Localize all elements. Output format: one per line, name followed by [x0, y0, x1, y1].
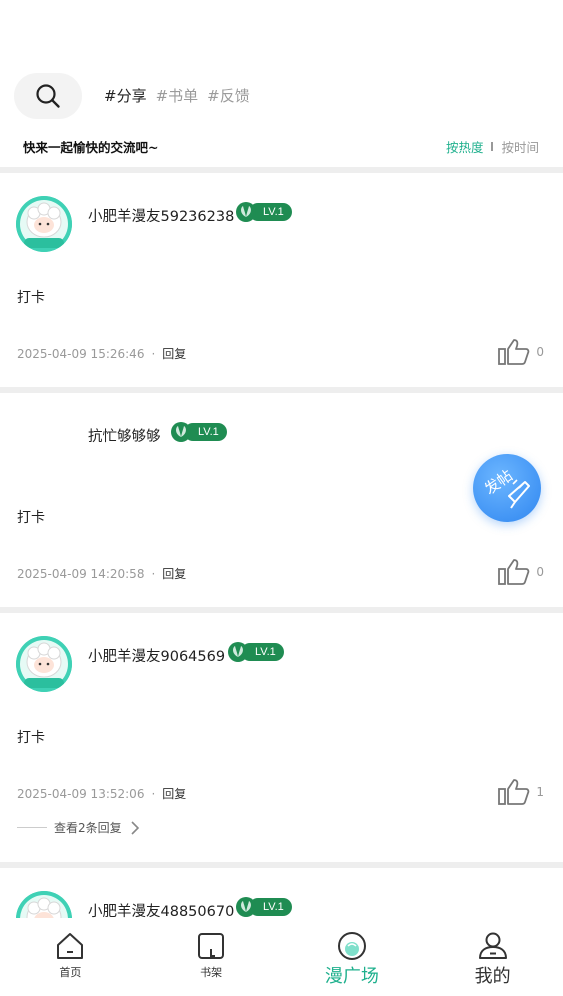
level-badge: LV.1: [235, 897, 292, 917]
quill-icon: 发帖: [481, 466, 530, 509]
post-card[interactable]: 小肥羊漫友59236238 LV.1 打卡 2025-04-09 15:26:4…: [0, 173, 563, 387]
meta-separator: ·: [151, 566, 156, 581]
topic-tags: #分享 #书单 #反馈: [104, 85, 250, 106]
reply-line: [17, 827, 47, 828]
sort-switch: 按热度 按时间: [446, 137, 539, 156]
username[interactable]: 抗忙够够够: [88, 425, 161, 446]
tag-booklist[interactable]: #书单: [156, 85, 199, 106]
profile-icon: [478, 932, 507, 959]
thumbs-up-icon: [498, 559, 530, 585]
post-card[interactable]: 小肥羊漫友9064569 LV.1 打卡 2025-04-09 13:52:06…: [0, 613, 563, 862]
bottom-nav: 首页 书架 漫广场 我的: [0, 918, 563, 996]
level-badge: LV.1: [170, 422, 227, 442]
leaf-icon: [236, 202, 256, 222]
bookshelf-icon: [198, 933, 225, 959]
tag-feedback[interactable]: #反馈: [207, 85, 250, 106]
like-count: 0: [536, 565, 544, 579]
search-icon: [36, 84, 60, 108]
nav-home[interactable]: 首页: [0, 918, 141, 996]
thumbs-up-icon: [498, 339, 530, 365]
username[interactable]: 小肥羊漫友9064569: [88, 645, 225, 666]
search-button[interactable]: [14, 73, 82, 119]
post-meta: 2025-04-09 15:26:46 · 回复: [17, 345, 186, 362]
post-content: 打卡: [17, 510, 45, 526]
sort-by-time[interactable]: 按时间: [501, 137, 539, 156]
nav-profile[interactable]: 我的: [422, 918, 563, 996]
meta-separator: ·: [151, 786, 156, 801]
sort-by-hot[interactable]: 按热度: [446, 137, 484, 156]
tag-share[interactable]: #分享: [104, 85, 147, 106]
post-datetime: 2025-04-09 15:26:46: [17, 346, 145, 361]
post-datetime: 2025-04-09 13:52:06: [17, 786, 145, 801]
slogan-text: 快来一起愉快的交流吧~: [23, 140, 159, 155]
post-meta: 2025-04-09 13:52:06 · 回复: [17, 785, 186, 802]
reply-button[interactable]: 回复: [162, 345, 186, 362]
nav-bookshelf-label: 书架: [200, 966, 223, 979]
leaf-icon: [236, 897, 256, 917]
nav-home-label: 首页: [59, 966, 82, 979]
post-content: 打卡: [17, 290, 45, 306]
post-card[interactable]: 小肥羊漫友48850670 LV.1: [0, 868, 563, 918]
like-button[interactable]: 0: [498, 338, 544, 366]
like-button[interactable]: 1: [498, 778, 544, 806]
nav-bookshelf[interactable]: 书架: [141, 918, 282, 996]
username[interactable]: 小肥羊漫友48850670: [88, 900, 234, 918]
leaf-icon: [171, 422, 191, 442]
new-post-button[interactable]: 发帖: [473, 454, 541, 522]
reply-button[interactable]: 回复: [162, 565, 186, 582]
leaf-icon: [228, 642, 248, 662]
level-badge: LV.1: [235, 202, 292, 222]
post-datetime: 2025-04-09 14:20:58: [17, 566, 145, 581]
view-replies-text: 查看2条回复: [54, 821, 122, 835]
post-content: 打卡: [17, 730, 45, 746]
like-count: 0: [536, 345, 544, 359]
like-button[interactable]: 0: [498, 558, 544, 586]
post-meta: 2025-04-09 14:20:58 · 回复: [17, 565, 186, 582]
sort-divider: [491, 142, 494, 151]
like-count: 1: [536, 785, 544, 799]
meta-separator: ·: [151, 346, 156, 361]
chevron-right-icon: [131, 820, 139, 835]
avatar[interactable]: [16, 636, 72, 692]
nav-plaza[interactable]: 漫广场: [282, 918, 423, 996]
thumbs-up-icon: [498, 779, 530, 805]
avatar[interactable]: [16, 196, 72, 252]
subheader: 快来一起愉快的交流吧~ 按热度 按时间: [0, 136, 563, 156]
search-row: #分享 #书单 #反馈: [0, 73, 563, 119]
view-replies-link[interactable]: 查看2条回复: [17, 819, 142, 836]
home-icon: [57, 933, 84, 959]
plaza-icon: [337, 932, 366, 960]
nav-profile-label: 我的: [474, 966, 511, 987]
nav-plaza-label: 漫广场: [324, 966, 379, 987]
username[interactable]: 小肥羊漫友59236238: [88, 205, 234, 226]
avatar[interactable]: [16, 891, 72, 918]
reply-button[interactable]: 回复: [162, 785, 186, 802]
level-badge: LV.1: [227, 642, 284, 662]
